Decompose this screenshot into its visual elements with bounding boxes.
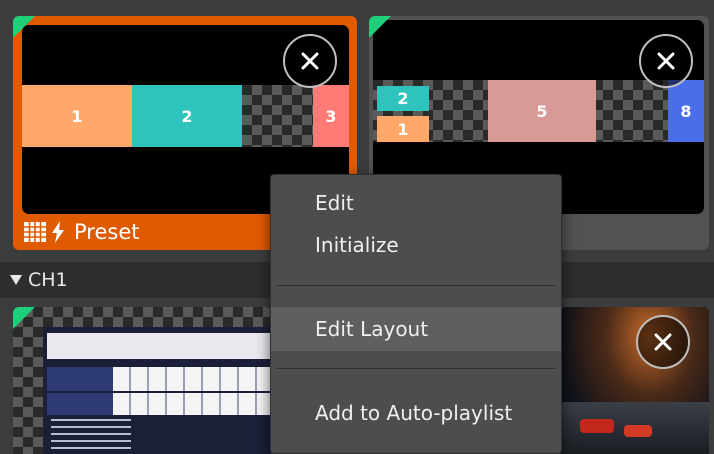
preset-2-layout-strip: 2 1 5 8 — [373, 80, 704, 142]
source-card-1[interactable] — [13, 307, 271, 454]
close-button[interactable] — [639, 34, 693, 88]
thumbnail-cells — [113, 367, 271, 391]
grid-icon — [24, 222, 46, 242]
menu-item-initialize[interactable]: Initialize — [271, 223, 561, 267]
thumbnail-text-lines — [51, 419, 131, 449]
close-button[interactable] — [283, 34, 337, 88]
source-thumbnail — [43, 327, 271, 454]
layout-block: 5 — [488, 80, 596, 142]
menu-item-edit-layout[interactable]: Edit Layout — [271, 307, 561, 351]
channel-name: CH1 — [28, 269, 68, 291]
menu-item-edit[interactable]: Edit — [271, 181, 561, 225]
close-icon — [657, 52, 675, 70]
context-menu: Edit Initialize Edit Layout Add to Auto-… — [270, 174, 562, 454]
triangle-down-icon — [10, 275, 22, 285]
layout-block: 2 — [377, 86, 429, 111]
car-shape — [624, 425, 652, 437]
active-marker-icon — [369, 16, 391, 38]
layout-block: 1 — [22, 85, 132, 147]
menu-separator — [277, 368, 555, 369]
menu-item-add-to-auto-playlist[interactable]: Add to Auto-playlist — [271, 391, 561, 435]
layout-block: 3 — [313, 85, 349, 147]
layout-block: 2 — [132, 85, 242, 147]
menu-separator — [277, 285, 555, 286]
layout-block: 8 — [668, 80, 704, 142]
close-button[interactable] — [636, 315, 690, 369]
active-marker-icon — [13, 16, 35, 38]
preset-1-layout-strip: 1 2 3 — [22, 85, 349, 147]
lightning-icon — [52, 221, 64, 243]
preset-label: Preset — [74, 220, 140, 244]
thumbnail-banner — [47, 333, 271, 359]
layout-block: 1 — [377, 116, 429, 142]
close-icon — [301, 52, 319, 70]
thumbnail-cells — [113, 393, 271, 415]
active-marker-icon — [13, 307, 35, 329]
source-card-2[interactable] — [560, 307, 709, 454]
car-shape — [580, 419, 614, 433]
close-icon — [654, 333, 672, 351]
